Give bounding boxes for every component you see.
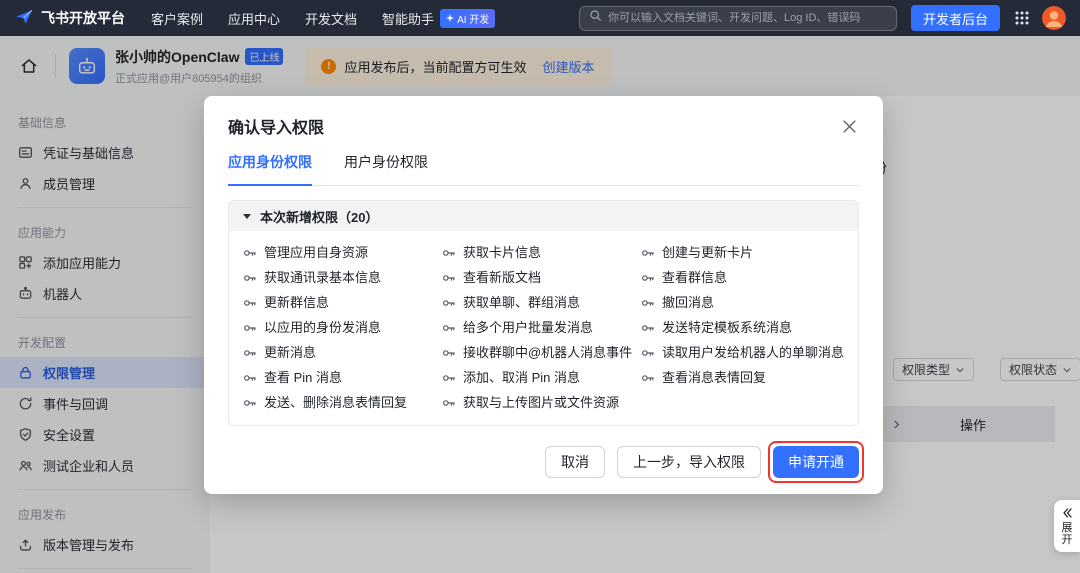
- permission-label: 给多个用户批量发消息: [462, 320, 593, 335]
- key-icon: [641, 346, 655, 360]
- permission-item: 读取用户发给机器人的单聊消息: [641, 344, 844, 362]
- screen: 飞书开放平台 客户案例 应用中心 开发文档 智能助手 AI 开发 开发者后台: [0, 0, 1080, 573]
- permission-item: 添加、取消 Pin 消息: [442, 369, 633, 387]
- key-icon: [243, 371, 257, 385]
- permission-label: 更新群信息: [264, 295, 330, 310]
- dialog-title: 确认导入权限: [228, 120, 325, 137]
- brand-label: 飞书开放平台: [41, 10, 125, 26]
- permission-label: 获取通讯录基本信息: [264, 270, 382, 285]
- tab-app-identity-permissions[interactable]: 应用身份权限: [228, 152, 312, 186]
- key-icon: [442, 296, 456, 310]
- permission-item: 获取单聊、群组消息: [442, 294, 633, 312]
- expand-panel-button[interactable]: 展开: [1054, 500, 1080, 552]
- permission-item: 以应用的身份发消息: [243, 319, 434, 337]
- back-import-button[interactable]: 上一步，导入权限: [617, 446, 761, 478]
- key-icon: [243, 396, 257, 410]
- permission-item: 接收群聊中@机器人消息事件: [442, 344, 633, 362]
- apply-button-wrap: 申请开通: [768, 441, 864, 483]
- cancel-button[interactable]: 取消: [545, 446, 605, 478]
- permission-item: 查看群信息: [641, 269, 844, 287]
- search-input[interactable]: [607, 12, 887, 24]
- permission-label: 添加、取消 Pin 消息: [462, 370, 580, 385]
- permission-item: 给多个用户批量发消息: [442, 319, 633, 337]
- apps-grid-icon[interactable]: [1014, 10, 1030, 26]
- permission-label: 查看群信息: [661, 270, 727, 285]
- key-icon: [243, 346, 257, 360]
- permission-item: 查看消息表情回复: [641, 369, 844, 387]
- permission-item: 更新消息: [243, 344, 434, 362]
- permission-label: 获取卡片信息: [462, 245, 541, 260]
- nav-item-customer-cases[interactable]: 客户案例: [151, 9, 203, 28]
- key-icon: [442, 396, 456, 410]
- top-navbar: 飞书开放平台 客户案例 应用中心 开发文档 智能助手 AI 开发 开发者后台: [0, 0, 1080, 36]
- key-icon: [243, 271, 257, 285]
- ai-dev-badge: AI 开发: [440, 8, 496, 28]
- permission-label: 获取与上传图片或文件资源: [462, 395, 619, 410]
- new-permissions-group: 本次新增权限（20） 管理应用自身资源 获取卡片信息 创建与更新卡片 获取通讯录…: [228, 200, 859, 426]
- permission-label: 查看新版文档: [462, 270, 541, 285]
- developer-console-button[interactable]: 开发者后台: [910, 5, 1000, 31]
- feishu-brand[interactable]: 飞书开放平台: [14, 7, 125, 30]
- permission-label: 查看 Pin 消息: [264, 370, 343, 385]
- permission-item: 管理应用自身资源: [243, 244, 434, 262]
- nav-item-assistant[interactable]: 智能助手 AI 开发: [382, 8, 496, 28]
- key-icon: [243, 246, 257, 260]
- dialog-footer: 取消 上一步，导入权限 申请开通: [545, 441, 864, 483]
- permission-label: 更新消息: [264, 345, 317, 360]
- permission-item: 更新群信息: [243, 294, 434, 312]
- permission-label: 撤回消息: [661, 295, 714, 310]
- user-avatar[interactable]: [1042, 6, 1066, 30]
- permission-label: 读取用户发给机器人的单聊消息: [661, 345, 844, 360]
- navbar-menu: 客户案例 应用中心 开发文档 智能助手 AI 开发: [151, 8, 496, 28]
- permission-item: 撤回消息: [641, 294, 844, 312]
- permission-list: 管理应用自身资源 获取卡片信息 创建与更新卡片 获取通讯录基本信息 查看新版文档…: [229, 231, 858, 425]
- key-icon: [641, 246, 655, 260]
- permission-item: 发送、删除消息表情回复: [243, 394, 434, 412]
- key-icon: [641, 321, 655, 335]
- permission-item: 获取卡片信息: [442, 244, 633, 262]
- permission-item: 创建与更新卡片: [641, 244, 844, 262]
- group-title: 本次新增权限（20）: [260, 209, 379, 225]
- key-icon: [641, 371, 655, 385]
- tab-user-identity-permissions[interactable]: 用户身份权限: [344, 152, 428, 185]
- sparkle-icon: [446, 14, 455, 22]
- key-icon: [442, 346, 456, 360]
- permission-label: 获取单聊、群组消息: [462, 295, 580, 310]
- key-icon: [641, 296, 655, 310]
- double-chevron-left-icon: [1063, 508, 1072, 518]
- caret-down-icon: [243, 213, 251, 219]
- key-icon: [442, 371, 456, 385]
- expand-label: 展开: [1061, 522, 1073, 546]
- permission-item: 查看 Pin 消息: [243, 369, 434, 387]
- permission-label: 查看消息表情回复: [661, 370, 766, 385]
- group-collapse-header[interactable]: 本次新增权限（20）: [229, 201, 858, 231]
- permission-item: 发送特定模板系统消息: [641, 319, 844, 337]
- feishu-logo-icon: [14, 7, 34, 30]
- dialog-tabs: 应用身份权限 用户身份权限: [228, 152, 859, 186]
- confirm-import-permissions-dialog: 确认导入权限 应用身份权限 用户身份权限 本次新增权限（20） 管理应用自身资源…: [204, 96, 883, 494]
- navbar-search: [578, 5, 897, 31]
- permission-label: 发送特定模板系统消息: [661, 320, 792, 335]
- permission-label: 发送、删除消息表情回复: [264, 395, 408, 410]
- key-icon: [243, 296, 257, 310]
- permission-label: 管理应用自身资源: [264, 245, 369, 260]
- search-icon: [589, 9, 602, 27]
- permission-item: 获取与上传图片或文件资源: [442, 394, 633, 412]
- nav-item-assistant-label: 智能助手: [382, 11, 435, 27]
- key-icon: [442, 271, 456, 285]
- nav-item-dev-docs[interactable]: 开发文档: [305, 9, 357, 28]
- key-icon: [442, 321, 456, 335]
- key-icon: [243, 321, 257, 335]
- key-icon: [442, 246, 456, 260]
- permission-label: 以应用的身份发消息: [264, 320, 382, 335]
- close-icon[interactable]: [840, 117, 859, 136]
- apply-activate-button[interactable]: 申请开通: [773, 446, 859, 478]
- permission-label: 创建与更新卡片: [661, 245, 753, 260]
- permission-item: 查看新版文档: [442, 269, 633, 287]
- permission-label: 接收群聊中@机器人消息事件: [462, 345, 633, 360]
- key-icon: [641, 271, 655, 285]
- nav-item-app-center[interactable]: 应用中心: [228, 9, 280, 28]
- permission-item: 获取通讯录基本信息: [243, 269, 434, 287]
